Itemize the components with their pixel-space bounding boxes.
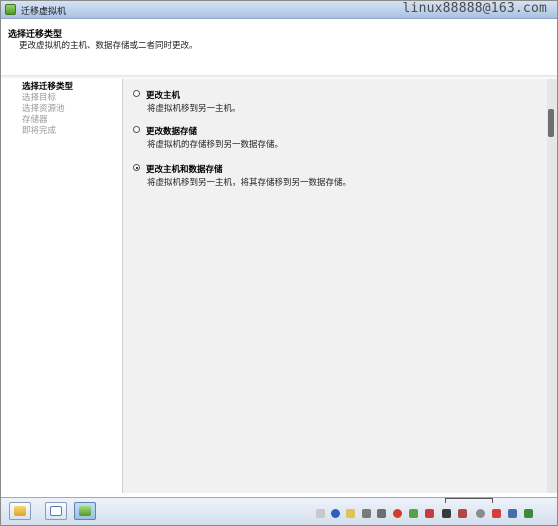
keyboard-icon[interactable] [316, 509, 325, 518]
title-bar[interactable]: 迁移虚拟机 linux88888@163.com [1, 1, 557, 19]
radio-change-host[interactable] [133, 90, 140, 97]
wizard-header: 选择迁移类型 更改虚拟机的主机、数据存储或二者同时更改。 [1, 19, 557, 76]
option-label[interactable]: 更改主机 [146, 89, 180, 101]
shield-icon[interactable] [524, 509, 533, 518]
start-folder-button[interactable] [9, 502, 31, 520]
step-ready-to-complete[interactable]: 即将完成 [22, 124, 56, 136]
window-button[interactable] [45, 502, 67, 520]
watermark-text: linux88888@163.com [402, 1, 547, 16]
radio-change-datastore[interactable] [133, 126, 140, 133]
monitor-icon[interactable] [492, 509, 501, 518]
clock-icon[interactable] [476, 509, 485, 518]
tray-highlight [445, 498, 493, 503]
radio-change-host-and-datastore[interactable] [133, 164, 140, 171]
option-label[interactable]: 更改主机和数据存储 [146, 163, 223, 175]
option-description: 将虚拟机移到另一主机。 [147, 104, 241, 114]
volume-icon[interactable] [409, 509, 418, 518]
migrate-vm-window: 迁移虚拟机 linux88888@163.com 选择迁移类型 更改虚拟机的主机… [0, 0, 558, 526]
start-folder-icon [14, 506, 26, 516]
migration-options-panel: 更改主机 将虚拟机移到另一主机。 更改数据存储 将虚拟机的存储移到另一数据存储。… [123, 79, 547, 493]
vertical-scrollbar[interactable] [547, 79, 557, 493]
page-subtitle: 更改虚拟机的主机、数据存储或二者同时更改。 [19, 41, 198, 51]
window-icon [50, 506, 62, 516]
window-title: 迁移虚拟机 [21, 7, 67, 17]
network-icon[interactable] [393, 509, 402, 518]
option-label[interactable]: 更改数据存储 [146, 125, 197, 137]
vm-app-icon [5, 4, 16, 15]
option-description: 将虚拟机移到另一主机，将其存储移到另一数据存储。 [147, 178, 352, 188]
power-icon[interactable] [377, 509, 386, 518]
mute-icon[interactable] [442, 509, 451, 518]
usb-icon[interactable] [362, 509, 371, 518]
security-icon[interactable] [458, 509, 467, 518]
scrollbar-thumb[interactable] [548, 109, 554, 137]
folder-icon[interactable] [346, 509, 355, 518]
display-icon[interactable] [425, 509, 434, 518]
task-icon[interactable] [508, 509, 517, 518]
vmware-task-button[interactable] [74, 502, 96, 520]
option-description: 将虚拟机的存储移到另一数据存储。 [147, 140, 284, 150]
help-icon[interactable] [331, 509, 340, 518]
wizard-steps-nav: 选择迁移类型 选择目标 选择资源池 存储器 即将完成 [6, 79, 123, 493]
vmware-icon [79, 506, 91, 516]
